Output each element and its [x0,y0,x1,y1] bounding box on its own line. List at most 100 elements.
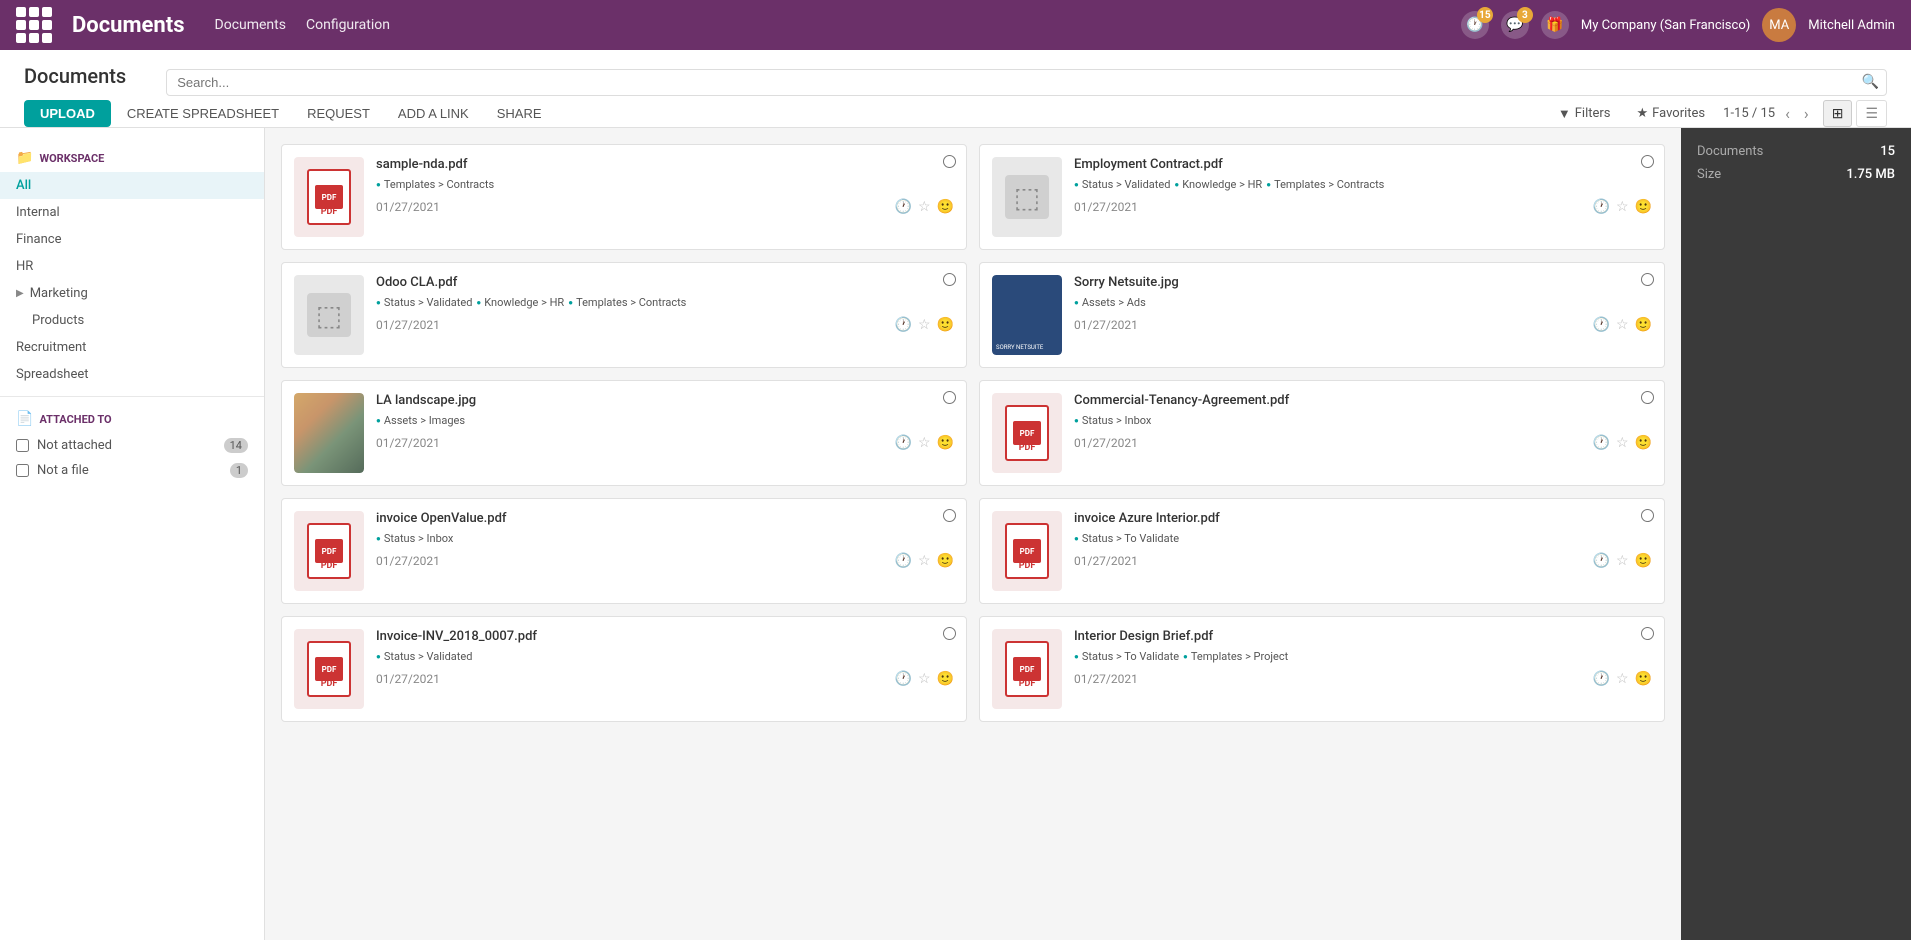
prev-page-button[interactable]: ‹ [1781,102,1794,125]
sidebar-item-spreadsheet[interactable]: Spreadsheet [0,361,264,388]
grid-view-button[interactable]: ⊞ [1823,100,1853,127]
document-grid: PDF sample-nda.pdf Templates > Contracts… [281,144,1665,722]
star-icon-10[interactable]: ☆ [1616,671,1629,687]
activity-badge-btn[interactable]: 🕐 15 [1461,11,1489,39]
history-icon-3[interactable]: 🕐 [895,317,912,333]
star-icon-7[interactable]: ☆ [918,553,931,569]
nav-configuration[interactable]: Configuration [306,17,390,33]
doc-card-2[interactable]: ⬚ Employment Contract.pdf Status > Valid… [979,144,1665,250]
doc-radio-8[interactable] [1641,509,1654,522]
star-icon-3[interactable]: ☆ [918,317,931,333]
upload-button[interactable]: UPLOAD [24,100,111,127]
doc-select-7[interactable] [943,509,956,526]
sidebar-item-recruitment[interactable]: Recruitment [0,334,264,361]
star-icon-2[interactable]: ☆ [1616,199,1629,215]
history-icon-1[interactable]: 🕐 [895,199,912,215]
emoji-icon-1[interactable]: 🙂 [937,199,954,215]
emoji-icon-9[interactable]: 🙂 [937,671,954,687]
doc-radio-1[interactable] [943,155,956,168]
doc-tag: Assets > Ads [1074,296,1146,309]
sidebar-not-a-file[interactable]: Not a file 1 [0,458,264,483]
star-icon-4[interactable]: ☆ [1616,317,1629,333]
doc-card-9[interactable]: PDF Invoice-INV_2018_0007.pdf Status > V… [281,616,967,722]
emoji-icon-3[interactable]: 🙂 [937,317,954,333]
doc-card-8[interactable]: PDF invoice Azure Interior.pdf Status > … [979,498,1665,604]
emoji-icon-7[interactable]: 🙂 [937,553,954,569]
history-icon-6[interactable]: 🕐 [1593,435,1610,451]
doc-radio-10[interactable] [1641,627,1654,640]
username[interactable]: Mitchell Admin [1808,18,1895,33]
not-attached-checkbox[interactable] [16,439,29,452]
star-icon-9[interactable]: ☆ [918,671,931,687]
doc-card-3[interactable]: ⬚ Odoo CLA.pdf Status > Validated Knowle… [281,262,967,368]
history-icon-2[interactable]: 🕐 [1593,199,1610,215]
doc-card-1[interactable]: PDF sample-nda.pdf Templates > Contracts… [281,144,967,250]
star-icon-5[interactable]: ☆ [918,435,931,451]
doc-select-8[interactable] [1641,509,1654,526]
app-grid-icon[interactable] [16,7,52,43]
emoji-icon-5[interactable]: 🙂 [937,435,954,451]
create-spreadsheet-button[interactable]: CREATE SPREADSHEET [115,100,291,127]
sidebar-item-hr[interactable]: HR [0,253,264,280]
favorites-button[interactable]: ★ Favorites [1629,102,1714,125]
sidebar-item-internal[interactable]: Internal [0,199,264,226]
sidebar-not-attached[interactable]: Not attached 14 [0,433,264,458]
doc-select-1[interactable] [943,155,956,172]
search-input[interactable] [166,69,1887,96]
star-icon-8[interactable]: ☆ [1616,553,1629,569]
filters-button[interactable]: ▼ Filters [1550,102,1619,126]
doc-footer-9: 01/27/2021 🕐 ☆ 🙂 [376,671,954,687]
doc-card-6[interactable]: PDF Commercial-Tenancy-Agreement.pdf Sta… [979,380,1665,486]
history-icon-5[interactable]: 🕐 [895,435,912,451]
history-icon-8[interactable]: 🕐 [1593,553,1610,569]
doc-radio-3[interactable] [943,273,956,286]
doc-select-3[interactable] [943,273,956,290]
history-icon-4[interactable]: 🕐 [1593,317,1610,333]
doc-radio-2[interactable] [1641,155,1654,168]
doc-select-4[interactable] [1641,273,1654,290]
next-page-button[interactable]: › [1800,102,1813,125]
doc-radio-5[interactable] [943,391,956,404]
not-attached-label: Not attached [37,438,112,453]
emoji-icon-10[interactable]: 🙂 [1635,671,1652,687]
doc-tag: Status > To Validate [1074,532,1179,545]
doc-select-2[interactable] [1641,155,1654,172]
doc-radio-7[interactable] [943,509,956,522]
doc-radio-9[interactable] [943,627,956,640]
history-icon-9[interactable]: 🕐 [895,671,912,687]
doc-card-10[interactable]: PDF Interior Design Brief.pdf Status > T… [979,616,1665,722]
doc-select-9[interactable] [943,627,956,644]
user-avatar[interactable]: MA [1762,8,1796,42]
history-icon-7[interactable]: 🕐 [895,553,912,569]
star-icon-1[interactable]: ☆ [918,199,931,215]
emoji-icon-2[interactable]: 🙂 [1635,199,1652,215]
emoji-icon-6[interactable]: 🙂 [1635,435,1652,451]
not-a-file-checkbox[interactable] [16,464,29,477]
star-icon-6[interactable]: ☆ [1616,435,1629,451]
request-button[interactable]: REQUEST [295,100,382,127]
sidebar-item-finance[interactable]: Finance [0,226,264,253]
doc-select-6[interactable] [1641,391,1654,408]
doc-card-7[interactable]: PDF invoice OpenValue.pdf Status > Inbox… [281,498,967,604]
sidebar-item-all[interactable]: All [0,172,264,199]
gift-btn[interactable]: 🎁 [1541,11,1569,39]
nav-documents[interactable]: Documents [215,17,286,33]
doc-radio-4[interactable] [1641,273,1654,286]
emoji-icon-4[interactable]: 🙂 [1635,317,1652,333]
doc-date-4: 01/27/2021 [1074,318,1138,332]
emoji-icon-8[interactable]: 🙂 [1635,553,1652,569]
doc-select-5[interactable] [943,391,956,408]
share-button[interactable]: SHARE [485,100,554,127]
add-link-button[interactable]: ADD A LINK [386,100,481,127]
doc-select-10[interactable] [1641,627,1654,644]
message-badge-btn[interactable]: 💬 3 [1501,11,1529,39]
sidebar-item-marketing[interactable]: ▶ Marketing [0,280,264,307]
search-icon[interactable]: 🔍 [1862,74,1879,90]
doc-card-4[interactable]: SORRY NETSUITE Sorry Netsuite.jpg Assets… [979,262,1665,368]
sidebar-item-products[interactable]: Products [0,307,264,334]
doc-card-5[interactable]: LA landscape.jpg Assets > Images 01/27/2… [281,380,967,486]
doc-radio-6[interactable] [1641,391,1654,404]
list-view-button[interactable]: ☰ [1856,100,1887,127]
history-icon-10[interactable]: 🕐 [1593,671,1610,687]
company-name[interactable]: My Company (San Francisco) [1581,18,1750,33]
